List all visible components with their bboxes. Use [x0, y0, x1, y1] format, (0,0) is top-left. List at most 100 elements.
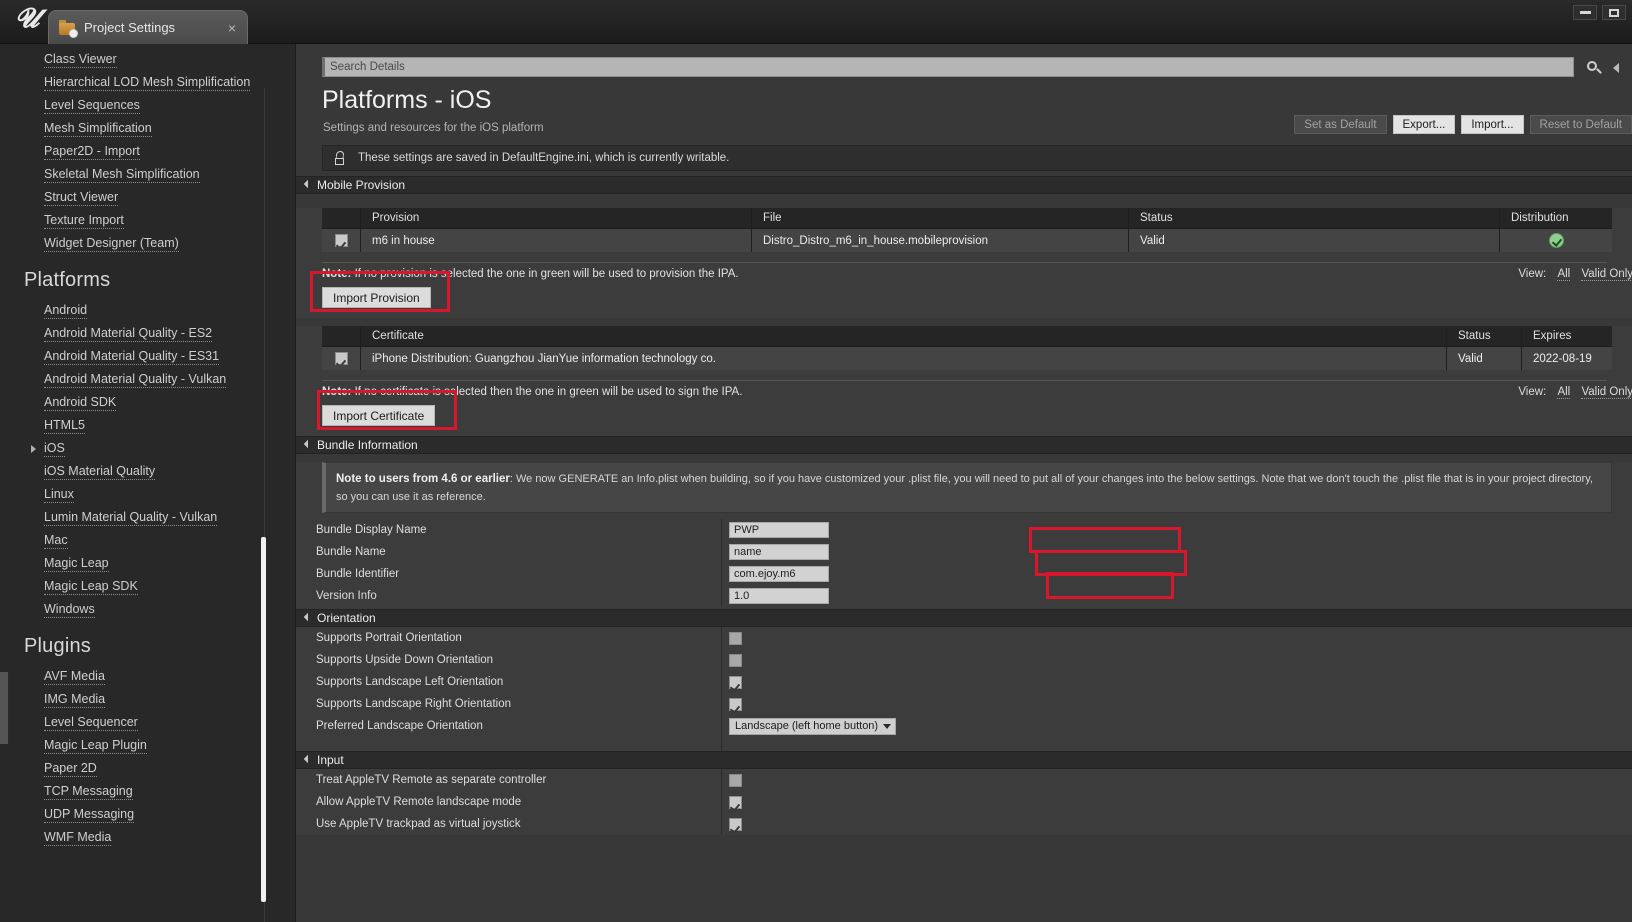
- bundle-name-input[interactable]: [729, 544, 829, 560]
- property-label: Supports Upside Down Orientation: [316, 654, 494, 666]
- version-info-input[interactable]: [729, 588, 829, 604]
- use-appletv-trackpad-as-virtual-joystick-checkbox[interactable]: [729, 817, 742, 831]
- section-header-mobile-provision[interactable]: Mobile Provision: [296, 176, 1632, 194]
- table-row[interactable]: m6 in house Distro_Distro_m6_in_house.mo…: [322, 229, 1612, 252]
- sidebar-item-udp-messaging[interactable]: UDP Messaging: [0, 803, 295, 826]
- preferred-landscape-orientation-dropdown[interactable]: Landscape (left home button): [729, 717, 897, 735]
- note-label: Note to users from 4.6 or earlier: [336, 473, 510, 485]
- sidebar-item-android[interactable]: Android: [0, 299, 295, 322]
- settings-scroll-body: Mobile Provision Provision File Status D…: [296, 176, 1632, 922]
- supports-landscape-left-orientation-checkbox[interactable]: [729, 675, 742, 689]
- section-header-orientation[interactable]: Orientation: [296, 609, 1632, 627]
- sidebar-item-android-sdk[interactable]: Android SDK: [0, 391, 295, 414]
- view-option-all[interactable]: All: [1557, 268, 1571, 281]
- bundle-identifier-input[interactable]: [729, 566, 829, 582]
- close-icon[interactable]: ×: [225, 21, 239, 35]
- allow-appletv-remote-landscape-mode-row: Allow AppleTV Remote landscape mode: [296, 791, 1632, 813]
- certificate-view-filter: View: All Valid Only: [1518, 386, 1632, 399]
- section-title: Bundle Information: [317, 438, 418, 452]
- import-certificate-button[interactable]: Import Certificate: [322, 405, 436, 426]
- view-option-valid-only[interactable]: Valid Only: [1581, 268, 1632, 281]
- sidebar-item-level-sequences[interactable]: Level Sequences: [0, 94, 295, 117]
- treat-appletv-remote-as-separate-controller-checkbox[interactable]: [729, 773, 742, 787]
- section-header-input[interactable]: Input: [296, 751, 1632, 769]
- sidebar-item-linux[interactable]: Linux: [0, 483, 295, 506]
- page-title: Platforms - iOS: [322, 86, 492, 114]
- col-cert-expires[interactable]: Expires: [1522, 330, 1612, 342]
- search-input[interactable]: [325, 61, 1573, 73]
- sidebar-item-html5[interactable]: HTML5: [0, 414, 295, 437]
- minimize-button[interactable]: [1573, 5, 1597, 20]
- sidebar-item-lumin-material-quality-vulkan[interactable]: Lumin Material Quality - Vulkan: [0, 506, 295, 529]
- collapse-caret-icon: [303, 612, 313, 622]
- header-action-buttons: Set as Default Export... Import... Reset to…: [1294, 115, 1632, 134]
- supports-landscape-right-orientation-checkbox[interactable]: [729, 697, 742, 711]
- sidebar-item-label: WMF Media: [44, 830, 112, 846]
- sidebar-item-paper2d-import[interactable]: Paper2D - Import: [0, 140, 295, 163]
- sidebar-item-magic-leap-plugin[interactable]: Magic Leap Plugin: [0, 734, 295, 757]
- sidebar-item-level-sequencer[interactable]: Level Sequencer: [0, 711, 295, 734]
- col-cert-status[interactable]: Status: [1447, 330, 1521, 342]
- col-distribution[interactable]: Distribution: [1500, 212, 1612, 224]
- chevron-right-icon[interactable]: [1613, 63, 1619, 73]
- sidebar-item-android-material-quality-vulkan[interactable]: Android Material Quality - Vulkan: [0, 368, 295, 391]
- search-details-bar[interactable]: [322, 57, 1619, 77]
- sidebar-item-wmf-media[interactable]: WMF Media: [0, 826, 295, 849]
- provision-row-checkbox[interactable]: [334, 234, 348, 247]
- certificate-row-checkbox[interactable]: [334, 352, 348, 365]
- view-option-all[interactable]: All: [1557, 386, 1571, 399]
- section-title: Input: [317, 753, 344, 767]
- section-tail-spacer: [296, 737, 1632, 751]
- sidebar-item-hierarchical-lod-mesh-simplification[interactable]: Hierarchical LOD Mesh Simplification: [0, 71, 295, 94]
- sidebar-item-tcp-messaging[interactable]: TCP Messaging: [0, 780, 295, 803]
- import-button[interactable]: Import...: [1461, 115, 1524, 134]
- provision-table-header: Provision File Status Distribution: [322, 208, 1612, 229]
- sidebar-item-label: iOS: [44, 441, 65, 457]
- sidebar-item-skeletal-mesh-simplification[interactable]: Skeletal Mesh Simplification: [0, 163, 295, 186]
- supports-portrait-orientation-row: Supports Portrait Orientation: [296, 627, 1632, 649]
- sidebar-item-android-material-quality-es31[interactable]: Android Material Quality - ES31: [0, 345, 295, 368]
- sidebar-item-paper-2d[interactable]: Paper 2D: [0, 757, 295, 780]
- table-row[interactable]: iPhone Distribution: Guangzhou JianYue i…: [322, 347, 1612, 370]
- supports-portrait-orientation-checkbox[interactable]: [729, 631, 742, 645]
- sidebar-item-ios[interactable]: iOS: [0, 437, 295, 460]
- tab-project-settings[interactable]: Project Settings ×: [48, 10, 248, 44]
- sidebar-item-struct-viewer[interactable]: Struct Viewer: [0, 186, 295, 209]
- sidebar-item-texture-import[interactable]: Texture Import: [0, 209, 295, 232]
- view-option-valid-only[interactable]: Valid Only: [1581, 386, 1632, 399]
- sidebar-item-label: Magic Leap Plugin: [44, 738, 147, 754]
- sidebar-item-ios-material-quality[interactable]: iOS Material Quality: [0, 460, 295, 483]
- sidebar-item-label: Class Viewer: [44, 52, 117, 68]
- col-provision[interactable]: Provision: [361, 212, 751, 224]
- sidebar-item-mesh-simplification[interactable]: Mesh Simplification: [0, 117, 295, 140]
- sidebar-item-mac[interactable]: Mac: [0, 529, 295, 552]
- col-certificate[interactable]: Certificate: [361, 330, 1446, 342]
- col-file[interactable]: File: [752, 212, 1128, 224]
- maximize-button[interactable]: [1602, 5, 1626, 20]
- note-text: If no provision is selected the one in g…: [351, 268, 739, 280]
- sidebar-item-windows[interactable]: Windows: [0, 598, 295, 621]
- sidebar-scrollbar[interactable]: [261, 537, 266, 902]
- search-icon[interactable]: [1587, 61, 1603, 77]
- sidebar-item-magic-leap[interactable]: Magic Leap: [0, 552, 295, 575]
- sidebar-item-label: Linux: [44, 487, 74, 503]
- import-provision-button[interactable]: Import Provision: [322, 287, 431, 308]
- sidebar-item-magic-leap-sdk[interactable]: Magic Leap SDK: [0, 575, 295, 598]
- sidebar-scroll-area: Class Viewer Hierarchical LOD Mesh Simpli…: [0, 44, 295, 922]
- sidebar-item-widget-designer-team[interactable]: Widget Designer (Team): [0, 232, 295, 255]
- export-button[interactable]: Export...: [1392, 115, 1456, 134]
- supports-upside-down-orientation-checkbox[interactable]: [729, 653, 742, 667]
- sidebar-item-android-material-quality-es2[interactable]: Android Material Quality - ES2: [0, 322, 295, 345]
- sidebar-item-avf-media[interactable]: AVF Media: [0, 665, 295, 688]
- view-label: View:: [1518, 268, 1547, 280]
- allow-appletv-remote-landscape-mode-checkbox[interactable]: [729, 795, 742, 809]
- property-label: Use AppleTV trackpad as virtual joystick: [316, 818, 521, 830]
- expand-triangle-icon[interactable]: [31, 445, 36, 453]
- sidebar-item-img-media[interactable]: IMG Media: [0, 688, 295, 711]
- collapse-caret-icon: [303, 439, 313, 449]
- collapsed-panel-edge[interactable]: [0, 672, 9, 744]
- section-header-bundle-information[interactable]: Bundle Information: [296, 436, 1632, 454]
- col-status[interactable]: Status: [1129, 212, 1499, 224]
- bundle-display-name-input[interactable]: [729, 522, 829, 538]
- sidebar-item-label: TCP Messaging: [44, 784, 133, 800]
